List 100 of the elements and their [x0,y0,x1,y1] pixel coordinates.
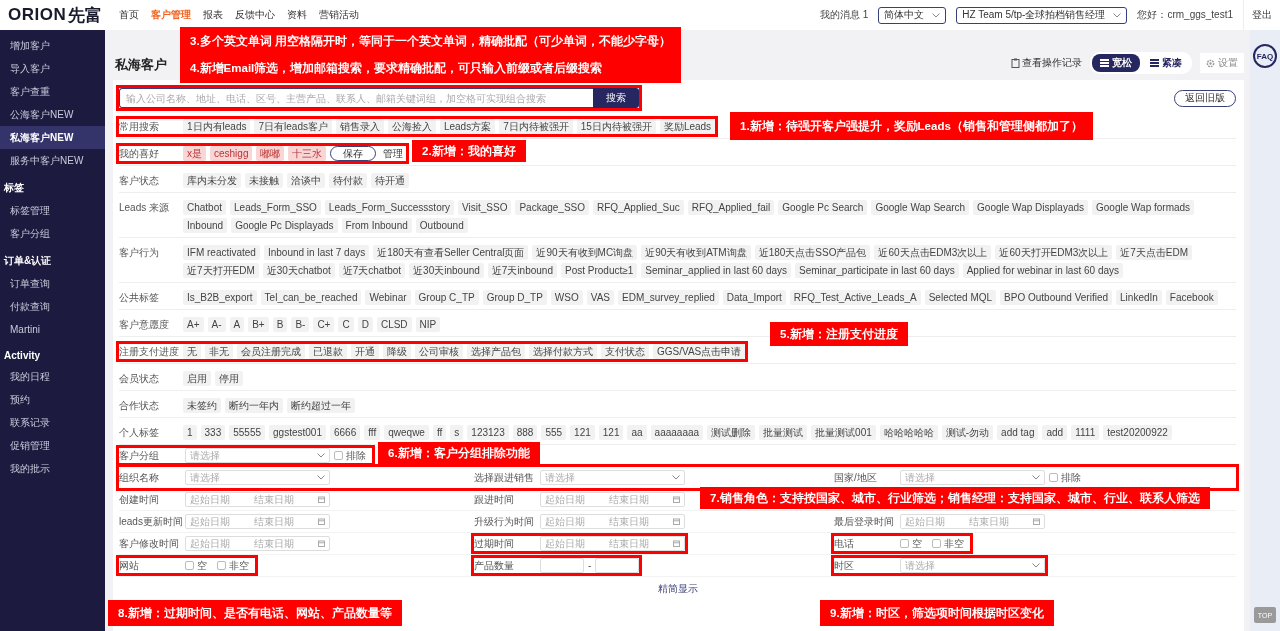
save-button[interactable]: 保存 [330,146,377,161]
nav-tab[interactable]: 反馈中心 [229,8,281,22]
filter-tag[interactable]: Facebook [1165,290,1218,305]
filter-tag[interactable]: 待开通 [371,173,409,188]
filter-tag[interactable]: 十三水 [288,146,327,161]
filter-tag[interactable]: 测试删除 [707,425,756,440]
nav-tab[interactable]: 首页 [113,8,145,22]
filter-tag[interactable]: 近7天inbound [487,263,557,278]
sidebar-item[interactable]: 我的日程 [0,365,105,388]
sidebar-item[interactable]: 增加客户 [0,34,105,57]
sidebar-item[interactable]: 标签管理 [0,199,105,222]
filter-tag[interactable]: 121 [598,425,624,440]
filter-tag[interactable]: Google Wap Search [871,200,970,215]
filter-tag[interactable]: Group D_TP [482,290,547,305]
sidebar-item[interactable]: 订单查询 [0,272,105,295]
filter-tag[interactable]: 未接触 [245,173,283,188]
filter-tag[interactable]: RFQ_Test_Active_Leads_A [789,290,921,305]
nav-tab[interactable]: 营销活动 [313,8,365,22]
filter-tag[interactable]: 近30天inbound [409,263,484,278]
checkbox[interactable] [185,561,194,570]
sidebar-item[interactable]: 预约 [0,388,105,411]
filter-tag[interactable]: Seminar_participate in last 60 days [795,263,959,278]
filter-tag[interactable]: 无 [183,344,201,359]
back-button[interactable]: 返回旧版 [1174,89,1236,107]
filter-tag[interactable]: 555 [541,425,567,440]
filter-tag[interactable]: CLSD [376,317,412,332]
filter-tag[interactable]: 开通 [351,344,379,359]
filter-tag[interactable]: 未签约 [183,398,221,413]
filter-tag[interactable]: Selected MQL [924,290,997,305]
filter-tag[interactable]: 近90天有收到MC询盘 [532,245,638,260]
messages-link[interactable]: 我的消息 1 [819,8,869,22]
filter-tag[interactable]: Leads_Form_Successstory [324,200,455,215]
filter-tag[interactable]: Leads方案 [439,119,496,134]
sidebar-item[interactable]: 公海客户NEW [0,103,105,126]
filter-tag[interactable]: Tel_can_be_reached [260,290,362,305]
sidebar-item[interactable]: 客户分组 [0,222,105,245]
density-option[interactable]: 紧凑 [1142,54,1190,72]
filter-tag[interactable]: 降级 [383,344,411,359]
filter-tag[interactable]: A [229,317,245,332]
filter-tag[interactable]: 6666 [330,425,361,440]
filter-tag[interactable]: Is_B2B_export [183,290,257,305]
filter-tag[interactable]: 近180天有查看Seller Central页面 [373,245,529,260]
simple-view-button[interactable]: 精简显示 [651,581,704,597]
filter-tag[interactable]: 非无 [205,344,233,359]
filter-tag[interactable]: 停用 [215,371,243,386]
filter-tag[interactable]: add [1042,425,1068,440]
filter-tag[interactable]: 近7天点击EDM [1116,245,1193,260]
sidebar-item[interactable]: 促销管理 [0,434,105,457]
filter-tag[interactable]: B- [291,317,310,332]
filter-tag[interactable]: 近60天点击EDM3次以上 [874,245,992,260]
filter-tag[interactable]: 公海捡入 [387,119,436,134]
input-field[interactable] [595,558,640,573]
checkbox[interactable] [932,539,941,548]
filter-tag[interactable]: Package_SSO [515,200,590,215]
filter-tag[interactable]: 15日内待被强开 [576,119,656,134]
sidebar-item[interactable]: 付款查询 [0,295,105,318]
input-field[interactable] [540,558,584,573]
filter-tag[interactable]: 7日内待被强开 [499,119,573,134]
filter-tag[interactable]: ff [432,425,447,440]
filter-tag[interactable]: Google Wap formads [1092,200,1195,215]
filter-tag[interactable]: B [272,317,288,332]
faq-button[interactable]: FAQ [1253,44,1277,68]
filter-tag[interactable]: GGS/VAS点击申请 [653,344,746,359]
filter-tag[interactable]: Visit_SSO [458,200,512,215]
filter-tag[interactable]: Data_Import [722,290,786,305]
checkbox[interactable] [334,451,343,460]
filter-tag[interactable]: LinkedIn [1116,290,1162,305]
filter-tag[interactable]: 库内未分发 [183,173,241,188]
filter-tag[interactable]: 批量测试 [759,425,808,440]
filter-tag[interactable]: aaaaaaaa [650,425,704,440]
filter-tag[interactable]: WSO [550,290,583,305]
filter-tag[interactable]: Google Pc Search [778,200,868,215]
search-field[interactable]: 输入公司名称、地址、电话、区号、主营产品、联系人、邮箱关键词组，加空格可实现组合搜索 [119,88,593,108]
filter-tag[interactable]: 批量测试001 [811,425,876,440]
filter-tag[interactable]: 嘟嘟 [256,146,285,161]
filter-tag[interactable]: Inbound in last 7 days [263,245,370,260]
filter-tag[interactable]: BPO Outbound Verified [1000,290,1113,305]
filter-tag[interactable]: 888 [512,425,538,440]
filter-tag[interactable]: 洽谈中 [287,173,325,188]
filter-tag[interactable]: 近7天打开EDM [183,263,259,278]
filter-tag[interactable]: fff [364,425,381,440]
filter-tag[interactable]: 123123 [467,425,509,440]
filter-tag[interactable]: 断约一年内 [225,398,283,413]
filter-tag[interactable]: 选择付款方式 [529,344,597,359]
filter-tag[interactable]: 近7天chatbot [338,263,406,278]
filter-tag[interactable]: Outbound [415,218,468,233]
filter-tag[interactable]: 1 [183,425,197,440]
filter-tag[interactable]: 支付状态 [601,344,649,359]
filter-tag[interactable]: 哈哈哈哈哈 [879,425,938,440]
filter-tag[interactable]: EDM_survey_replied [618,290,719,305]
filter-tag[interactable]: ggstest001 [269,425,326,440]
filter-tag[interactable]: 测试-勿动 [941,425,994,440]
filter-tag[interactable]: 1111 [1071,425,1100,440]
filter-tag[interactable]: ceshigg [210,146,253,161]
settings-button[interactable]: 设置 [1200,53,1244,73]
nav-tab[interactable]: 报表 [197,8,229,22]
filter-tag[interactable]: 待付款 [329,173,367,188]
filter-tag[interactable]: 近90天有收到ATM询盘 [641,245,751,260]
filter-tag[interactable]: A- [207,317,226,332]
filter-tag[interactable]: 已退款 [309,344,347,359]
